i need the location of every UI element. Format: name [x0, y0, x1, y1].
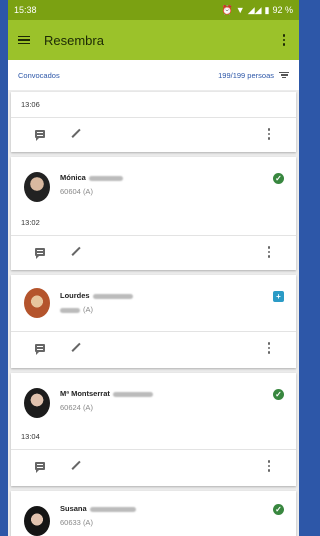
list-header: Convocados 199/199 persoas [8, 60, 299, 90]
filter-icon[interactable] [279, 71, 289, 79]
card-actions [11, 331, 296, 365]
avatar [24, 288, 50, 318]
overflow-menu-icon[interactable] [279, 34, 289, 46]
more-options-icon[interactable] [264, 128, 274, 140]
check-icon: ✓ [273, 173, 284, 184]
battery-level: 92 % [272, 5, 293, 15]
person-code: (A) [60, 305, 93, 314]
card-actions [11, 117, 296, 151]
battery-icon: ▮ [264, 4, 270, 15]
more-options-icon[interactable] [264, 460, 274, 472]
person-name: Lourdes [60, 291, 133, 300]
edit-icon[interactable] [71, 461, 81, 471]
person-code: 60633 (A) [60, 518, 93, 527]
person-name: Mónica [60, 173, 123, 182]
comment-icon[interactable] [35, 248, 45, 259]
card-actions [11, 449, 296, 483]
list-item: Mª Montserrat 60624 (A) ✓ 13:04 [11, 373, 296, 486]
convocados-label: Convocados [18, 70, 60, 80]
list-item: 13:06 [11, 92, 296, 152]
check-in-time: 13:02 [21, 218, 40, 227]
comment-icon[interactable] [35, 462, 45, 473]
app-bar: Resembra [8, 20, 299, 60]
person-name: Mª Montserrat [60, 389, 153, 398]
check-icon: ✓ [273, 389, 284, 400]
person-code: 60604 (A) [60, 187, 93, 196]
app-screen: 15:38 ⏰ ▼ ◢◢ ▮ 92 % Resembra Convocados … [8, 0, 299, 536]
check-icon: ✓ [273, 504, 284, 515]
person-name: Susana [60, 504, 136, 513]
check-in-time: 13:06 [21, 100, 40, 109]
people-count: 199/199 persoas [218, 70, 274, 80]
edit-icon[interactable] [71, 129, 81, 139]
list-item: Lourdes (A) + [11, 275, 296, 368]
list-item: Mónica 60604 (A) ✓ 13:02 [11, 157, 296, 270]
avatar [24, 172, 50, 202]
person-code: 60624 (A) [60, 403, 93, 412]
more-options-icon[interactable] [264, 246, 274, 258]
signal-icon: ◢◢ [247, 4, 262, 15]
alarm-icon: ⏰ [221, 4, 233, 15]
avatar [24, 506, 50, 536]
list-item: Susana 60633 (A) ✓ [11, 491, 296, 536]
avatar [24, 388, 50, 418]
more-options-icon[interactable] [264, 342, 274, 354]
edit-icon[interactable] [71, 343, 81, 353]
check-in-time: 13:04 [21, 432, 40, 441]
status-bar: 15:38 ⏰ ▼ ◢◢ ▮ 92 % [8, 0, 299, 20]
menu-icon[interactable] [18, 35, 30, 45]
wifi-icon: ▼ [235, 5, 245, 15]
comment-icon[interactable] [35, 130, 45, 141]
card-actions [11, 235, 296, 269]
status-time: 15:38 [14, 5, 37, 15]
comment-icon[interactable] [35, 344, 45, 355]
plus-icon[interactable]: + [273, 291, 284, 302]
edit-icon[interactable] [71, 247, 81, 257]
app-title: Resembra [44, 32, 104, 48]
